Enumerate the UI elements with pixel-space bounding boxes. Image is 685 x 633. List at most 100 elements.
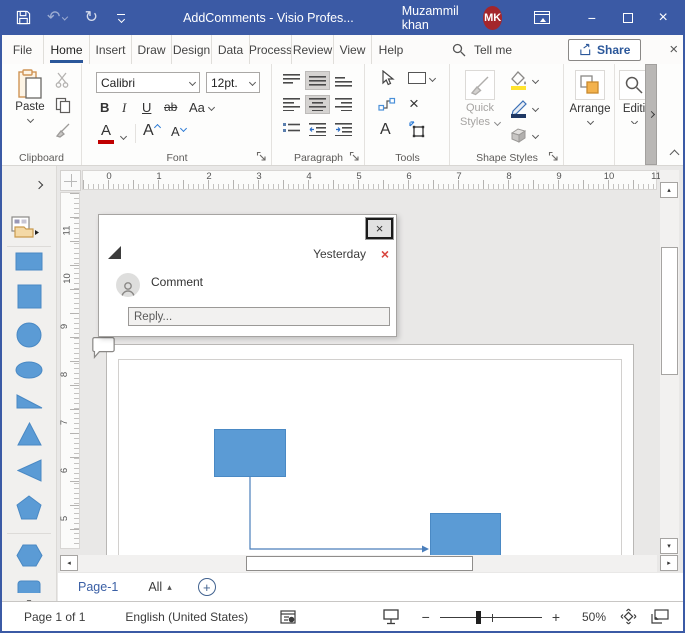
expand-shapes-panel-icon[interactable] <box>35 181 43 189</box>
fill-color-button[interactable] <box>509 71 538 90</box>
stencil-shape-square[interactable] <box>17 284 42 309</box>
zoom-out-button[interactable]: − <box>422 609 430 625</box>
canvas-shape-rectangle-1[interactable] <box>214 429 286 477</box>
increase-font-size-button[interactable]: A <box>143 122 160 140</box>
tab-process[interactable]: Process <box>250 35 292 64</box>
rectangle-tool-button[interactable] <box>408 72 435 84</box>
stencil-shape-pentagon[interactable] <box>16 495 42 520</box>
fit-page-to-window-icon[interactable] <box>620 608 637 625</box>
align-top-button[interactable] <box>279 71 304 90</box>
pointer-transform-tool-icon[interactable] <box>408 121 426 139</box>
align-center-button[interactable] <box>305 95 330 114</box>
add-page-button[interactable]: + <box>198 578 216 596</box>
customize-quick-access-icon[interactable] <box>117 14 125 22</box>
copy-icon[interactable] <box>55 97 71 114</box>
close-document-icon[interactable]: × <box>669 41 678 58</box>
zoom-in-button[interactable]: + <box>552 609 560 625</box>
font-dialog-launcher-icon[interactable] <box>256 151 267 162</box>
tab-data[interactable]: Data <box>212 35 250 64</box>
maximize-button[interactable] <box>614 6 642 30</box>
zoom-slider-thumb[interactable] <box>476 611 481 624</box>
bold-button[interactable]: B <box>100 100 109 115</box>
tab-insert[interactable]: Insert <box>90 35 132 64</box>
paste-button[interactable]: Paste <box>10 69 50 122</box>
tell-me-box[interactable]: Tell me <box>452 43 512 57</box>
font-color-dropdown-icon[interactable] <box>120 133 127 140</box>
undo-icon[interactable]: ↶ <box>47 10 60 26</box>
page-tab-page-1[interactable]: Page-1 <box>78 580 118 594</box>
switch-windows-icon[interactable] <box>651 609 669 624</box>
tab-home[interactable]: Home <box>44 35 90 64</box>
canvas-shape-rectangle-2[interactable] <box>430 513 501 555</box>
stencil-shape-ellipse[interactable] <box>15 361 43 379</box>
collapse-ribbon-icon[interactable] <box>671 147 678 161</box>
tab-view[interactable]: View <box>334 35 372 64</box>
horizontal-scrollbar-thumb[interactable] <box>246 556 473 571</box>
tab-help[interactable]: Help <box>372 35 410 64</box>
arrange-button[interactable]: Arrange <box>571 70 609 124</box>
tab-review[interactable]: Review <box>292 35 334 64</box>
comment-reply-input[interactable] <box>128 307 390 326</box>
connection-point-tool-icon[interactable]: × <box>409 94 419 114</box>
zoom-level[interactable]: 50% <box>572 610 606 624</box>
page-indicator[interactable]: Page 1 of 1 <box>24 610 85 624</box>
scroll-up-button[interactable]: ▴ <box>660 182 678 198</box>
scroll-down-button[interactable]: ▾ <box>660 538 678 554</box>
close-button[interactable]: × <box>649 6 677 30</box>
ribbon-scroll-right[interactable] <box>645 64 657 165</box>
redo-icon[interactable]: ↻ <box>85 10 98 26</box>
stencil-shape-right-triangle[interactable] <box>16 392 43 409</box>
bullets-button[interactable] <box>279 120 304 139</box>
tab-draw[interactable]: Draw <box>132 35 172 64</box>
effects-button[interactable] <box>509 127 538 144</box>
connector-tool-icon[interactable] <box>378 97 396 112</box>
stencil-shape-triangle[interactable] <box>17 422 42 446</box>
align-right-button[interactable] <box>331 95 356 114</box>
decrease-font-size-button[interactable]: A <box>171 124 186 139</box>
language-indicator[interactable]: English (United States) <box>125 610 248 624</box>
vertical-scrollbar-thumb[interactable] <box>661 247 678 375</box>
text-tool-icon[interactable]: A <box>380 121 391 139</box>
align-middle-button[interactable] <box>305 71 330 90</box>
zoom-slider[interactable] <box>440 610 542 624</box>
stencil-shape-hexagon[interactable] <box>16 544 43 567</box>
font-color-button[interactable]: A <box>98 122 114 144</box>
change-case-button[interactable]: Aa <box>189 100 214 115</box>
tab-design[interactable]: Design <box>172 35 212 64</box>
paragraph-dialog-launcher-icon[interactable] <box>349 151 360 162</box>
line-color-button[interactable] <box>509 99 538 118</box>
presentation-mode-icon[interactable] <box>382 609 400 625</box>
delete-comment-icon[interactable]: × <box>381 246 389 262</box>
scroll-left-button[interactable]: ◂ <box>60 555 78 571</box>
italic-button[interactable]: I <box>122 100 126 116</box>
stencil-window-icon[interactable] <box>11 216 41 243</box>
font-name-select[interactable]: Calibri <box>96 72 200 93</box>
minimize-button[interactable]: − <box>578 6 606 30</box>
comment-indicator-icon[interactable] <box>92 336 124 366</box>
macro-recording-icon[interactable] <box>280 610 296 624</box>
strikethrough-button[interactable]: ab <box>164 100 177 114</box>
user-name[interactable]: Muzammil khan <box>402 4 473 32</box>
stencil-shape-left-triangle[interactable] <box>17 459 42 482</box>
tab-file[interactable]: File <box>2 35 44 64</box>
avatar[interactable]: MK <box>483 6 503 30</box>
stencil-shape-circle[interactable] <box>16 322 42 348</box>
comment-collapse-icon[interactable] <box>108 246 121 259</box>
all-pages-button[interactable]: All ▴ <box>148 580 171 594</box>
stencil-shape-rounded-square-clipped[interactable] <box>17 580 41 593</box>
stencil-shape-rectangle[interactable] <box>15 252 43 271</box>
increase-indent-button[interactable] <box>331 120 356 139</box>
comment-popup-close-button[interactable]: × <box>366 218 393 239</box>
share-button[interactable]: Share <box>568 39 641 61</box>
ribbon-display-options-button[interactable] <box>528 6 556 30</box>
save-icon[interactable] <box>16 10 31 25</box>
pointer-tool-icon[interactable] <box>380 70 395 87</box>
shape-styles-dialog-launcher-icon[interactable] <box>548 151 559 162</box>
quick-styles-button[interactable]: Quick Styles <box>457 70 503 130</box>
format-painter-icon[interactable] <box>55 122 72 138</box>
undo-dropdown-icon[interactable] <box>62 14 69 21</box>
scroll-right-button[interactable]: ▸ <box>660 555 678 571</box>
decrease-indent-button[interactable] <box>305 120 330 139</box>
cut-icon[interactable] <box>55 72 71 88</box>
align-bottom-button[interactable] <box>331 71 356 90</box>
